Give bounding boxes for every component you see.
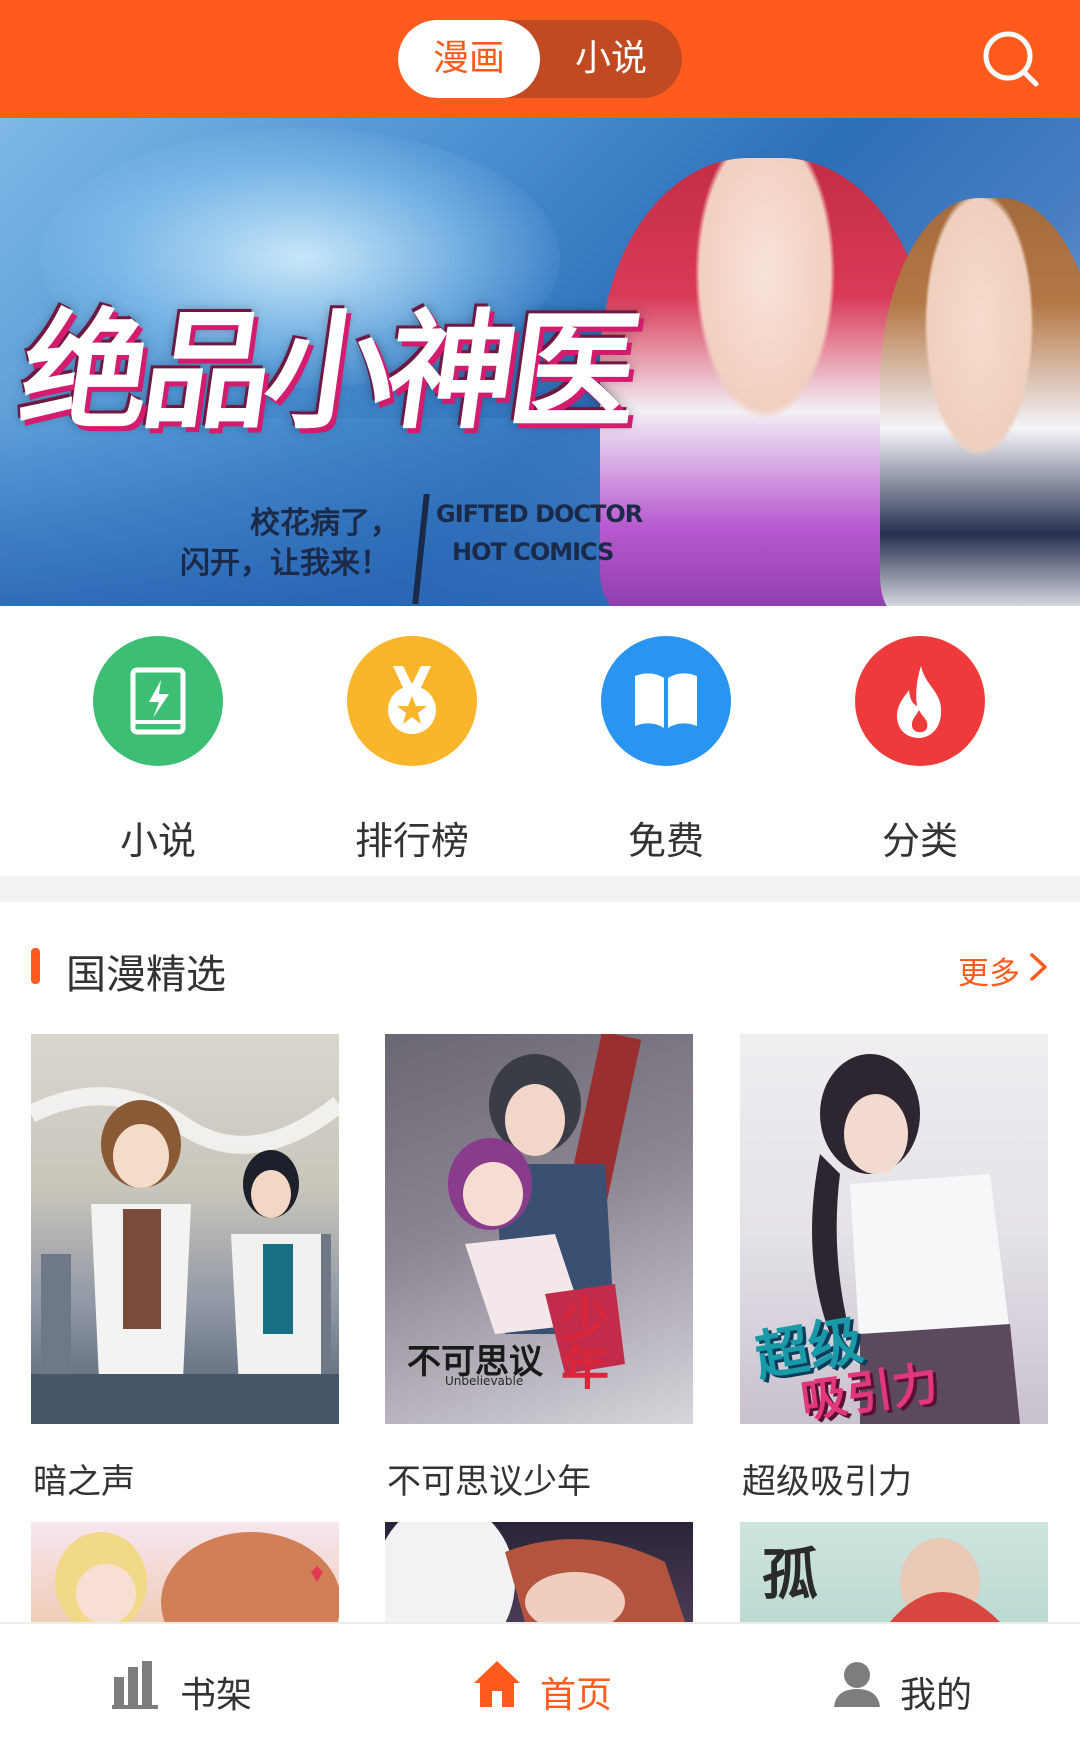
cover-subtitle-text: Unbelievable: [445, 1374, 524, 1388]
user-icon: [834, 1662, 880, 1707]
category-label: 免费: [627, 819, 704, 863]
flame-icon: [855, 636, 985, 766]
category-novel[interactable]: 小说: [68, 636, 248, 863]
content-type-switch: 漫画 小说: [398, 20, 682, 98]
category-label: 排行榜: [354, 819, 469, 863]
more-link[interactable]: 更多: [958, 948, 1020, 993]
tab-novels[interactable]: 小说: [540, 20, 682, 98]
section-title: 国漫精选: [66, 952, 226, 998]
home-icon: [474, 1661, 520, 1707]
comic-title[interactable]: 暗之声: [33, 1454, 135, 1503]
comic-cover[interactable]: [31, 1034, 339, 1424]
category-label: 小说: [119, 819, 196, 863]
nav-label: 首页: [540, 1675, 613, 1716]
banner-tagline-2: 闪开，让我来！: [180, 546, 390, 581]
comic-title[interactable]: 不可思议少年: [387, 1454, 591, 1503]
category-label: 分类: [881, 819, 958, 863]
section-accent-bar: [31, 948, 40, 984]
comic-cover-partial[interactable]: [385, 1522, 693, 1622]
comic-cover-partial[interactable]: 孤: [740, 1522, 1048, 1622]
nav-home[interactable]: 首页: [360, 1624, 720, 1753]
chevron-right-icon[interactable]: [1028, 952, 1050, 982]
category-classify[interactable]: 分类: [830, 636, 1010, 863]
comic-cover[interactable]: 超级 吸引力: [740, 1034, 1048, 1424]
comic-title[interactable]: 超级吸引力: [742, 1454, 912, 1503]
section-divider: [0, 876, 1080, 902]
bookshelf-icon: [112, 1661, 158, 1709]
cover-accent-text: 少年: [552, 1294, 608, 1390]
comic-card[interactable]: 不可思议 Unbelievable 少年 不可思议少年: [385, 1034, 693, 1504]
nav-label: 书架: [180, 1675, 253, 1716]
category-free[interactable]: 免费: [576, 636, 756, 863]
cover-title-text: 孤: [762, 1542, 818, 1608]
comic-card[interactable]: 超级 吸引力 超级吸引力: [740, 1034, 1048, 1504]
nav-profile[interactable]: 我的: [720, 1624, 1080, 1753]
comic-card[interactable]: 暗之声: [31, 1034, 339, 1504]
category-row: 小说 排行榜 免费 分类: [0, 606, 1080, 876]
comic-cover-partial[interactable]: [31, 1522, 339, 1622]
comic-cover[interactable]: 不可思议 Unbelievable 少年: [385, 1034, 693, 1424]
banner-english-1: GIFTED DOCTOR: [436, 500, 643, 528]
section-header: 国漫精选 更多: [0, 902, 1080, 1032]
promo-banner[interactable]: 绝品小神医 校花病了， 闪开，让我来！ GIFTED DOCTOR HOT CO…: [0, 118, 1080, 606]
tab-comics[interactable]: 漫画: [398, 20, 540, 98]
open-book-icon: [601, 636, 731, 766]
banner-tagline-1: 校花病了，: [250, 506, 400, 541]
book-lightning-icon: [93, 636, 223, 766]
banner-title: 绝品小神医: [11, 297, 643, 447]
bottom-nav: 书架 首页 我的: [0, 1622, 1080, 1753]
banner-character-boy: [880, 198, 1080, 606]
nav-label: 我的: [900, 1675, 973, 1716]
nav-bookshelf[interactable]: 书架: [0, 1624, 360, 1753]
medal-star-icon: [347, 636, 477, 766]
category-ranking[interactable]: 排行榜: [322, 636, 502, 863]
banner-english-2: HOT COMICS: [452, 538, 614, 566]
top-bar: 漫画 小说: [0, 0, 1080, 118]
search-icon[interactable]: [980, 28, 1042, 90]
